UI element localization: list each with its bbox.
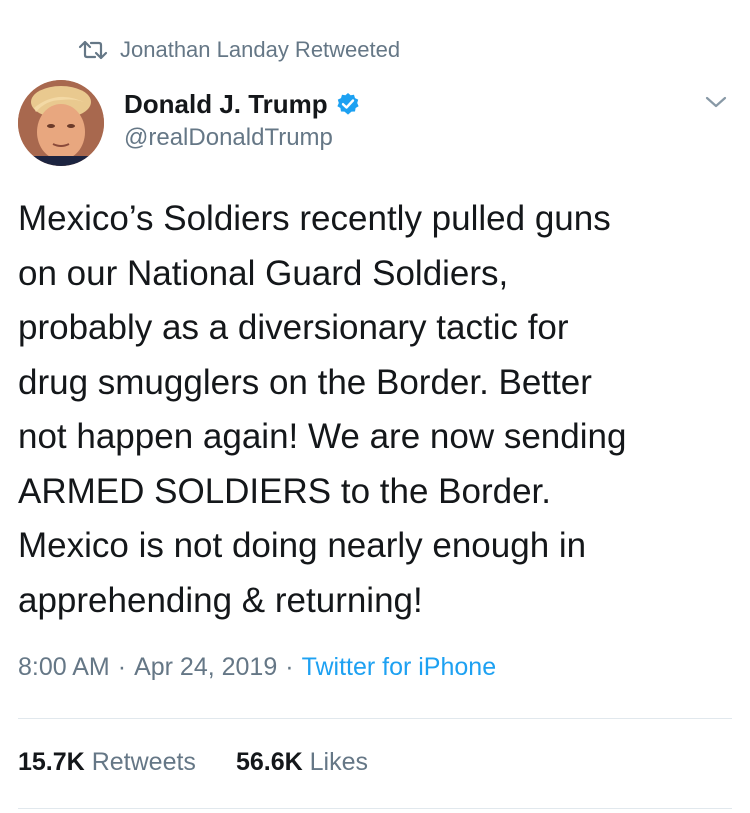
likes-count: 56.6K	[235, 748, 303, 776]
likes-stat[interactable]: 56.6K Likes	[236, 748, 368, 777]
retweet-context[interactable]: Jonathan Landay Retweeted	[78, 32, 400, 68]
verified-badge-icon	[336, 92, 360, 116]
name-row: Donald J. Trump	[124, 86, 360, 122]
display-name[interactable]: Donald J. Trump	[124, 89, 328, 120]
divider	[18, 808, 732, 809]
tweet-text: Mexico’s Soldiers recently pulled guns o…	[18, 199, 627, 620]
likes-label: Likes	[309, 748, 369, 776]
retweets-stat[interactable]: 15.7K Retweets	[18, 748, 196, 777]
retweets-count: 15.7K	[18, 748, 85, 776]
retweet-icon	[78, 39, 108, 61]
tweet-source-link[interactable]: Twitter for iPhone	[302, 653, 497, 682]
meta-separator: ·	[117, 653, 127, 681]
handle[interactable]: @realDonaldTrump	[124, 124, 360, 152]
tweet-meta: 8:00 AM · Apr 24, 2019 · Twitter for iPh…	[18, 653, 496, 682]
retweets-label: Retweets	[91, 748, 196, 776]
avatar[interactable]	[18, 80, 104, 166]
meta-separator: ·	[285, 653, 294, 681]
chevron-down-icon[interactable]	[704, 92, 728, 112]
divider	[18, 718, 732, 719]
author-block[interactable]: Donald J. Trump @realDonaldTrump	[124, 86, 360, 152]
retweet-label: Jonathan Landay Retweeted	[120, 37, 401, 62]
tweet-time[interactable]: 8:00 AM	[18, 653, 110, 682]
tweet-date[interactable]: Apr 24, 2019	[134, 653, 277, 682]
tweet-stats: 15.7K Retweets 56.6K Likes	[18, 748, 408, 777]
